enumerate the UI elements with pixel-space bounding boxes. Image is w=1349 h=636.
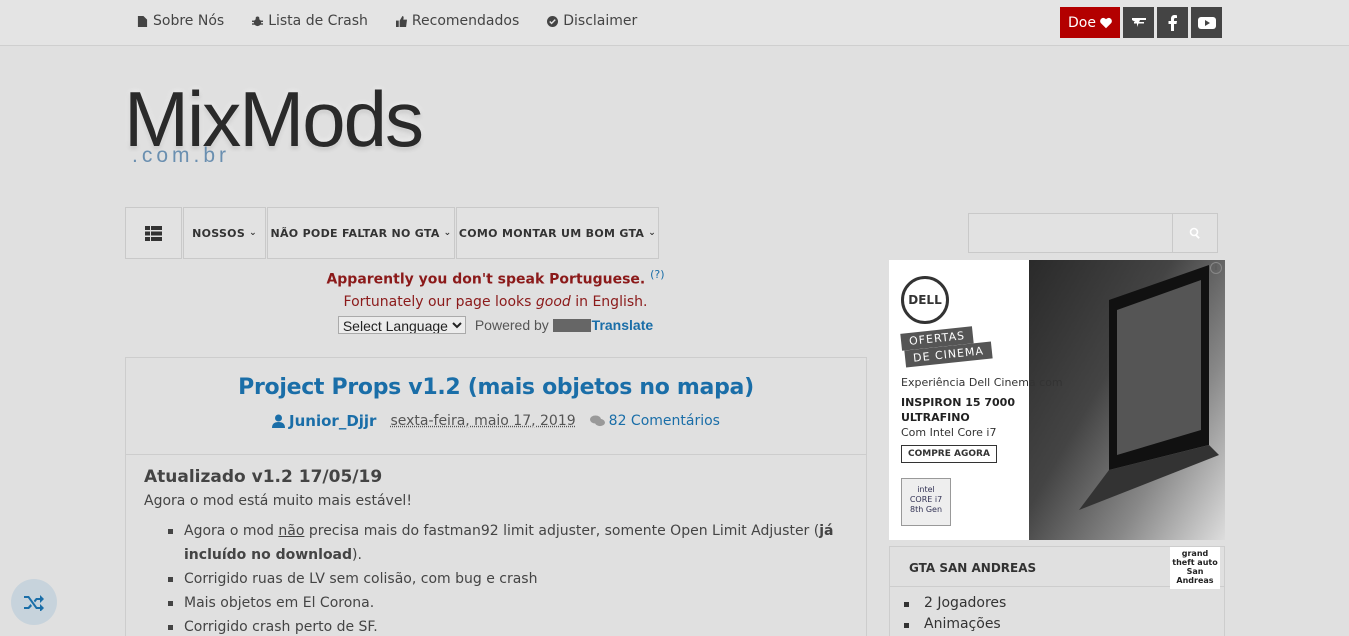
list-item[interactable]: 2 Jogadores	[904, 593, 1224, 614]
site-logo[interactable]: MixMods .com.br	[124, 78, 422, 160]
translate-notice: Apparently you don't speak Portuguese. (…	[125, 268, 866, 334]
post-update-heading: Atualizado v1.2 17/05/19	[144, 467, 848, 487]
notice-heading: Apparently you don't speak Portuguese.	[326, 272, 645, 288]
topnav-sobre-nos[interactable]: Sobre Nós	[137, 13, 224, 29]
search-form	[968, 213, 1218, 253]
file-icon	[137, 16, 148, 27]
heart-icon	[1100, 17, 1112, 29]
check-circle-icon	[547, 16, 558, 27]
language-select[interactable]: Select Language	[338, 316, 466, 334]
chevron-down-icon: ⌄	[249, 228, 257, 238]
social-links: Doe	[1060, 7, 1222, 38]
post-date: sexta-feira, maio 17, 2019	[390, 413, 575, 429]
dell-ad-banner[interactable]: DELL OFERTAS DE CINEMA Experiência Dell …	[889, 260, 1225, 540]
thumbs-up-icon	[396, 16, 407, 27]
topnav-disclaimer[interactable]: Disclaimer	[547, 13, 637, 29]
post-comments-link[interactable]: 82 Comentários	[590, 413, 720, 429]
changelog-list: Agora o mod não precisa mais do fastman9…	[144, 519, 848, 636]
powered-by-label: Powered by Translate	[475, 317, 653, 333]
youtube-button[interactable]	[1191, 7, 1222, 38]
ad-cta-button[interactable]: COMPRE AGORA	[901, 445, 997, 463]
search-icon	[1189, 227, 1201, 239]
post-header: Project Props v1.2 (mais objetos no mapa…	[126, 358, 866, 455]
nav-nossos[interactable]: NOSSOS ⌄	[183, 207, 266, 259]
post-intro: Agora o mod está muito mais estável!	[144, 493, 848, 509]
youtube-icon	[1197, 15, 1217, 31]
user-icon	[272, 414, 285, 428]
notice-subtext: Fortunately our page looks good in Engli…	[125, 294, 866, 310]
ad-model: INSPIRON 15 7000 ULTRAFINO	[901, 395, 1015, 425]
top-bar: Sobre Nós Lista de Crash Recomendados Di…	[0, 0, 1349, 46]
ad-processor-text: Com Intel Core i7	[901, 426, 996, 439]
nav-como-montar[interactable]: COMO MONTAR UM BOM GTA ⌄	[456, 207, 659, 259]
chevron-down-icon: ⌄	[444, 228, 452, 238]
post-author[interactable]: Junior_Djjr	[272, 412, 376, 430]
intel-badge: intel CORE i7 8th Gen	[901, 478, 951, 526]
list-item: Corrigido ruas de LV sem colisão, com bu…	[166, 567, 848, 591]
list-item: Corrigido crash perto de SF.	[166, 615, 848, 636]
donate-button[interactable]: Doe	[1060, 7, 1120, 38]
post-meta: Junior_Djjr sexta-feira, maio 17, 2019 8…	[126, 412, 866, 430]
gta-sa-widget: GTA SAN ANDREAS grand theft auto San And…	[889, 546, 1225, 636]
random-post-button[interactable]	[11, 579, 57, 625]
logo-domain: .com.br	[132, 144, 230, 168]
list-item: Agora o mod não precisa mais do fastman9…	[166, 519, 848, 567]
comments-icon	[590, 415, 605, 427]
main-nav: NOSSOS ⌄ NÃO PODE FALTAR NO GTA ⌄ COMO MON…	[125, 207, 660, 259]
menu-grid-button[interactable]	[125, 207, 182, 259]
widget-list: 2 Jogadores Animações	[890, 587, 1224, 635]
chevron-down-icon: ⌄	[648, 228, 656, 238]
ad-info-icon[interactable]: i	[1210, 262, 1222, 274]
topnav-lista-de-crash[interactable]: Lista de Crash	[252, 13, 368, 29]
facebook-button[interactable]	[1157, 7, 1188, 38]
discord-button[interactable]	[1123, 7, 1154, 38]
bug-icon	[252, 16, 263, 27]
search-input[interactable]	[968, 213, 1173, 253]
dell-logo: DELL	[901, 276, 949, 324]
help-link[interactable]: (?)	[650, 268, 664, 281]
top-nav: Sobre Nós Lista de Crash Recomendados Di…	[137, 13, 637, 29]
google-logo-icon	[553, 319, 591, 332]
ad-experience-text: Experiência Dell Cinema com	[901, 376, 1063, 389]
translate-link[interactable]: Translate	[592, 317, 653, 333]
gta-sa-logo: grand theft auto San Andreas	[1170, 547, 1220, 589]
chat-icon	[1131, 15, 1147, 31]
shuffle-icon	[24, 593, 44, 611]
post-title[interactable]: Project Props v1.2 (mais objetos no mapa…	[126, 358, 866, 400]
grid-icon	[145, 226, 162, 241]
post-body: Atualizado v1.2 17/05/19 Agora o mod est…	[126, 455, 866, 636]
post-card: Project Props v1.2 (mais objetos no mapa…	[125, 357, 867, 636]
list-item[interactable]: Animações	[904, 614, 1224, 635]
nav-nao-pode-faltar[interactable]: NÃO PODE FALTAR NO GTA ⌄	[267, 207, 455, 259]
list-item: Mais objetos em El Corona.	[166, 591, 848, 615]
topnav-recomendados[interactable]: Recomendados	[396, 13, 519, 29]
search-button[interactable]	[1173, 213, 1218, 253]
facebook-icon	[1165, 15, 1181, 31]
laptop-image	[1069, 260, 1219, 510]
